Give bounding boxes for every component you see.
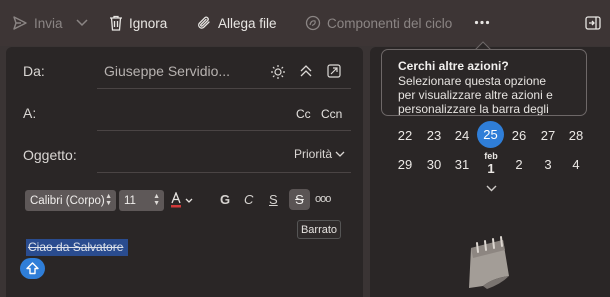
font-color-icon[interactable] xyxy=(170,192,196,208)
chevron-down-icon xyxy=(335,151,345,157)
font-size-select[interactable]: 11 ▲ ▼ xyxy=(119,190,164,211)
strikethrough-label: S xyxy=(295,192,304,207)
loop-components-label: Componenti del ciclo xyxy=(327,15,453,31)
pop-out-window-icon[interactable] xyxy=(585,15,601,31)
size-stepper-icon: ▲ ▼ xyxy=(153,193,160,207)
calendar-day[interactable]: 23 xyxy=(422,128,446,143)
ignore-label: Ignora xyxy=(129,15,168,31)
paperclip-icon xyxy=(198,16,210,29)
compose-toolbar: Invia Ignora Allega file Componenti del … xyxy=(0,0,610,46)
from-divider xyxy=(97,88,351,89)
from-label: Da: xyxy=(23,63,45,79)
compose-panel: Da: Giuseppe Servidio... A: Cc Ccn Ogget… xyxy=(6,47,363,297)
calendar-day[interactable]: 30 xyxy=(422,157,446,172)
loop-components-button[interactable]: Componenti del ciclo xyxy=(305,14,452,32)
calendar-day[interactable]: 3 xyxy=(536,157,560,172)
to-divider xyxy=(97,130,351,131)
font-family-value: Calibri (Corpo) xyxy=(30,194,105,207)
ignore-button[interactable]: Ignora xyxy=(109,14,167,32)
calendar-day-month-start[interactable]: 1 xyxy=(480,161,502,176)
expand-calendar-chevron-icon[interactable] xyxy=(486,185,497,192)
calendar-page-illustration-icon xyxy=(469,236,509,289)
strikethrough-tooltip: Barrato xyxy=(297,220,341,239)
send-options-chevron-icon[interactable] xyxy=(76,19,88,27)
send-label: Invia xyxy=(34,15,63,31)
send-button[interactable]: Invia xyxy=(12,14,63,32)
calendar-day[interactable]: 28 xyxy=(564,128,588,143)
collapse-up-icon[interactable] xyxy=(299,64,313,78)
priority-dropdown[interactable]: Priorità xyxy=(294,147,345,161)
to-label: A: xyxy=(23,105,37,121)
popover-line: per visualizzare altre azioni e xyxy=(398,88,553,102)
font-stepper-icon: ▲ ▼ xyxy=(105,193,112,207)
subject-divider xyxy=(97,172,351,173)
bold-button[interactable]: G xyxy=(220,192,230,207)
italic-button[interactable]: C xyxy=(244,192,253,207)
shift-arrow-icon xyxy=(26,262,39,275)
calendar-day[interactable]: 24 xyxy=(450,128,474,143)
calendar-day[interactable]: 4 xyxy=(564,157,588,172)
loop-icon xyxy=(305,15,321,31)
send-icon xyxy=(13,16,27,30)
font-size-value: 11 xyxy=(124,194,136,207)
calendar-day[interactable]: 27 xyxy=(536,128,560,143)
font-family-select[interactable]: Calibri (Corpo) ▲ ▼ xyxy=(25,190,116,211)
more-format-button[interactable]: ooo xyxy=(315,193,331,205)
strikethrough-tooltip-text: Barrato xyxy=(300,223,338,236)
cc-button[interactable]: Cc xyxy=(296,107,311,121)
insert-image-icon[interactable] xyxy=(327,64,341,78)
more-actions-icon[interactable] xyxy=(474,20,490,25)
calendar-day[interactable]: 31 xyxy=(450,157,474,172)
from-field[interactable]: Giuseppe Servidio... xyxy=(104,63,230,79)
trash-icon xyxy=(110,15,122,31)
calendar-day[interactable]: 29 xyxy=(393,157,417,172)
underline-button[interactable]: S xyxy=(269,192,278,207)
brightness-icon[interactable] xyxy=(270,64,286,80)
message-body-selection[interactable]: Ciao da Salvatore xyxy=(26,239,129,256)
calendar-day[interactable]: 2 xyxy=(507,157,531,172)
month-label-feb: feb xyxy=(484,151,498,161)
priority-label: Priorità xyxy=(294,147,333,161)
subject-label: Oggetto: xyxy=(23,147,77,163)
strikethrough-button[interactable]: S xyxy=(289,189,310,210)
popover-line: personalizzare la barra degli xyxy=(398,102,549,116)
attach-file-button[interactable]: Allega file xyxy=(197,14,277,32)
bcc-button[interactable]: Ccn xyxy=(321,107,342,121)
editor-assist-badge[interactable] xyxy=(20,258,45,279)
attach-file-label: Allega file xyxy=(218,15,277,31)
more-actions-popover: Cerchi altre azioni? Selezionare questa … xyxy=(381,49,587,116)
popover-title: Cerchi altre azioni? xyxy=(398,59,509,73)
popover-line: Selezionare questa opzione xyxy=(398,74,547,88)
calendar-day-today[interactable]: 25 xyxy=(477,121,504,148)
calendar-day[interactable]: 22 xyxy=(393,128,417,143)
calendar-day[interactable]: 26 xyxy=(507,128,531,143)
